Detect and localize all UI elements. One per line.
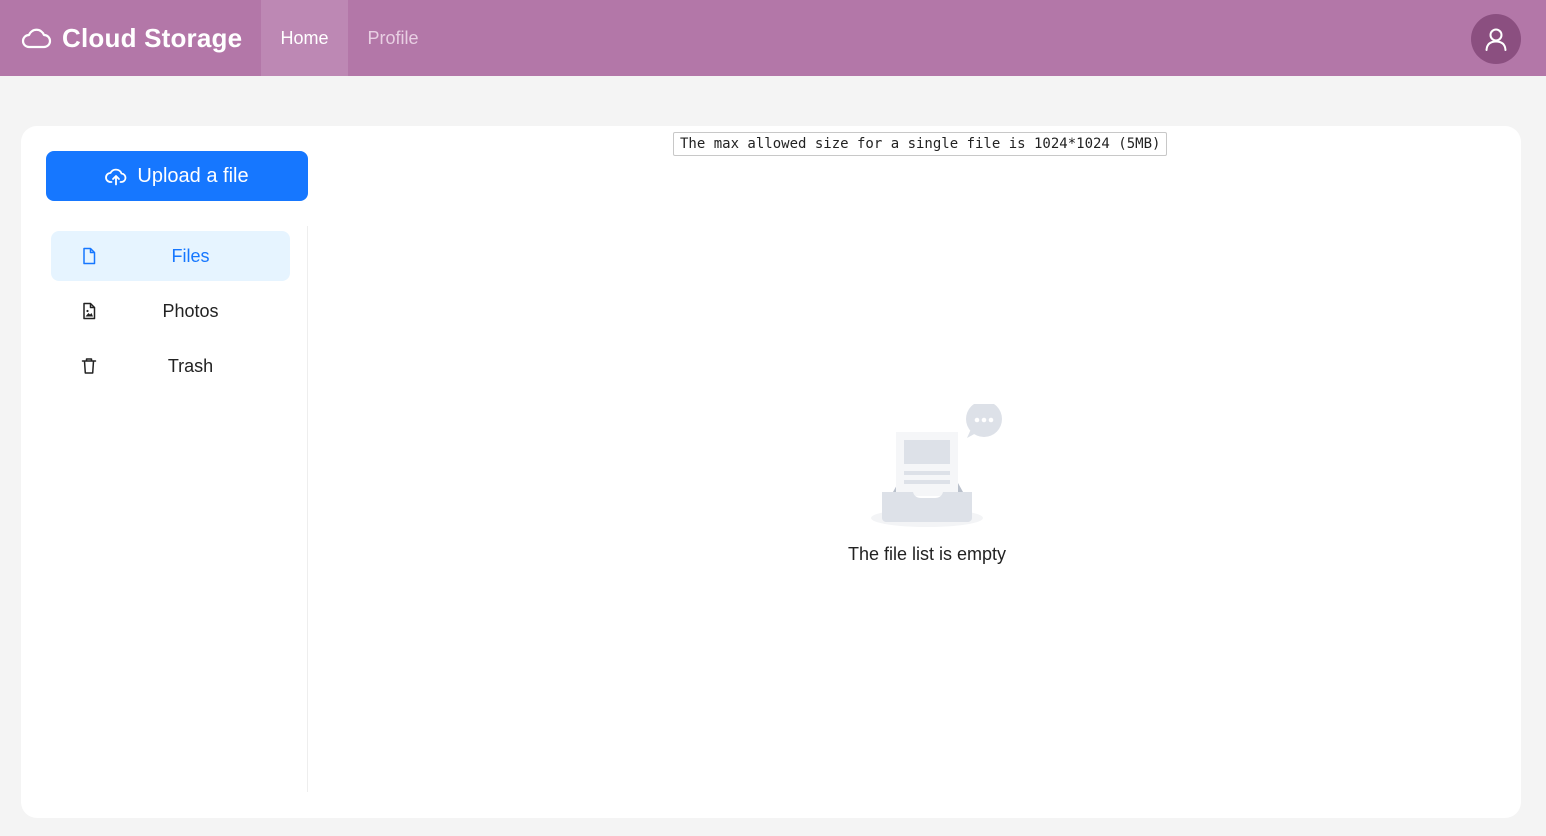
- empty-inbox-icon: [871, 401, 1006, 532]
- top-navigation-bar: Cloud Storage Home Profile: [0, 0, 1546, 76]
- sidebar-item-label: Photos: [162, 300, 219, 321]
- user-avatar-button[interactable]: [1471, 14, 1521, 64]
- nav-tab-profile[interactable]: Profile: [348, 0, 438, 76]
- empty-state-text: The file list is empty: [847, 544, 1007, 564]
- user-icon: [1485, 28, 1507, 51]
- app-title: Cloud Storage: [62, 22, 243, 53]
- upload-file-button[interactable]: Upload a file: [46, 151, 308, 201]
- nav-tab-home[interactable]: Home: [261, 0, 348, 76]
- cloud-icon: [21, 28, 52, 49]
- file-size-notice: The max allowed size for a single file i…: [673, 132, 1168, 156]
- cloud-upload-icon: [105, 168, 127, 186]
- sidebar-item-files[interactable]: Files: [51, 231, 290, 281]
- sidebar-item-photos[interactable]: Photos: [51, 286, 290, 336]
- sidebar-item-trash[interactable]: Trash: [51, 341, 290, 391]
- sidebar-item-label: Files: [171, 245, 210, 266]
- brand[interactable]: Cloud Storage: [20, 0, 242, 76]
- upload-file-label: Upload a file: [137, 164, 249, 187]
- sidebar-menu: Files Photos Trash: [46, 226, 308, 792]
- main-card: Upload a file Files Photos Trash The max…: [21, 126, 1521, 818]
- sidebar-item-label: Trash: [167, 355, 214, 376]
